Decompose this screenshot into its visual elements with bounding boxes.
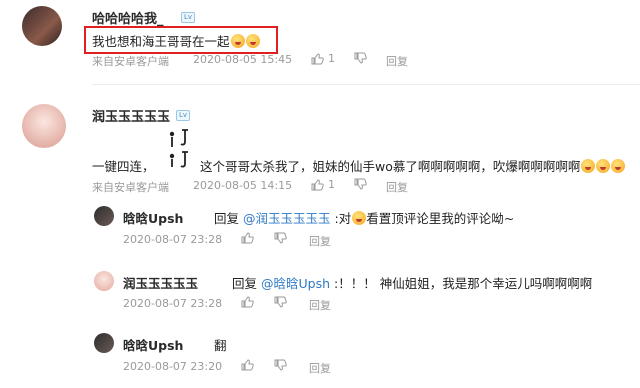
- reply-text: 回复 @润玉玉玉玉玉 :对 看置顶评论里我的评论呦~: [214, 211, 515, 226]
- dislike-button[interactable]: [354, 52, 367, 64]
- username[interactable]: 润玉玉玉玉玉: [92, 106, 170, 125]
- badge-icon: Lv: [181, 12, 196, 23]
- emoji-icon: [611, 159, 626, 173]
- like-count: 1: [328, 52, 335, 65]
- like-button[interactable]: [241, 359, 254, 371]
- thumbs-down-icon: [274, 232, 287, 244]
- emoji-icon: [581, 159, 596, 173]
- comment-time: 2020-08-05 14:15: [193, 179, 293, 192]
- comment-source: 来自安卓客户端: [92, 55, 169, 68]
- reply-text: 翻: [214, 338, 227, 353]
- like-button[interactable]: [241, 232, 254, 244]
- reply-time: 2020-08-07 23:20: [123, 360, 223, 373]
- avatar[interactable]: [94, 333, 114, 353]
- thumbs-up-icon: [241, 296, 254, 308]
- comment-text: 我也想和海王哥哥在一起: [92, 31, 260, 50]
- emoji-icon: [596, 159, 611, 173]
- comment-text-part2: 这个哥哥太杀我了，姐妹的仙手wo慕了啊啊啊啊啊，吹爆啊啊啊啊啊: [200, 156, 626, 175]
- thumbs-down-icon: [274, 359, 287, 371]
- reply-button[interactable]: 回复: [309, 360, 331, 376]
- reply-word: 回复: [232, 276, 258, 291]
- reply-word: 回复: [214, 211, 240, 226]
- emoji-icon: [230, 34, 245, 48]
- reply-button[interactable]: 回复: [309, 297, 331, 313]
- comment-source: 来自安卓客户端: [92, 181, 169, 194]
- comment-time: 2020-08-05 15:45: [193, 53, 293, 66]
- dislike-button[interactable]: [354, 178, 367, 190]
- avatar[interactable]: [94, 206, 114, 226]
- avatar[interactable]: [22, 6, 62, 46]
- emoji-icon: [352, 211, 367, 225]
- dislike-button[interactable]: [274, 232, 287, 244]
- emoji-icon: [245, 34, 260, 48]
- thumbs-up-icon: [311, 52, 324, 65]
- dislike-button[interactable]: [274, 296, 287, 308]
- divider: [92, 84, 640, 85]
- username[interactable]: 晗晗Upsh: [123, 208, 183, 227]
- username[interactable]: 哈哈哈哈我_: [92, 8, 164, 27]
- thumbs-down-icon: [354, 178, 367, 190]
- reply-time: 2020-08-07 23:28: [123, 233, 223, 246]
- avatar[interactable]: [94, 271, 114, 291]
- thumbs-up-icon: [311, 178, 324, 191]
- reply-button[interactable]: 回复: [386, 53, 408, 69]
- sticker-image: [164, 126, 194, 170]
- badge-icon: Lv: [176, 110, 191, 121]
- reply-time: 2020-08-07 23:28: [123, 297, 223, 310]
- thumbs-up-icon: [241, 359, 254, 371]
- avatar[interactable]: [22, 104, 66, 148]
- reply-button[interactable]: 回复: [386, 179, 408, 195]
- thumbs-down-icon: [274, 296, 287, 308]
- like-button[interactable]: 1: [311, 178, 335, 191]
- comment-text-part1: 一键四连，: [92, 159, 155, 174]
- reply-button[interactable]: 回复: [309, 233, 331, 249]
- username[interactable]: 润玉玉玉玉玉: [123, 273, 198, 292]
- reply-text: 回复 @晗晗Upsh :！！！ 神仙姐姐，我是那个幸运儿吗啊啊啊啊: [232, 276, 593, 291]
- dislike-button[interactable]: [274, 359, 287, 371]
- thumbs-down-icon: [354, 52, 367, 64]
- mention-link[interactable]: @晗晗Upsh: [261, 276, 330, 291]
- username[interactable]: 晗晗Upsh: [123, 335, 183, 354]
- mention-link[interactable]: @润玉玉玉玉玉: [243, 211, 331, 226]
- like-button[interactable]: 1: [311, 52, 335, 65]
- like-count: 1: [328, 178, 335, 191]
- like-button[interactable]: [241, 296, 254, 308]
- thumbs-up-icon: [241, 232, 254, 244]
